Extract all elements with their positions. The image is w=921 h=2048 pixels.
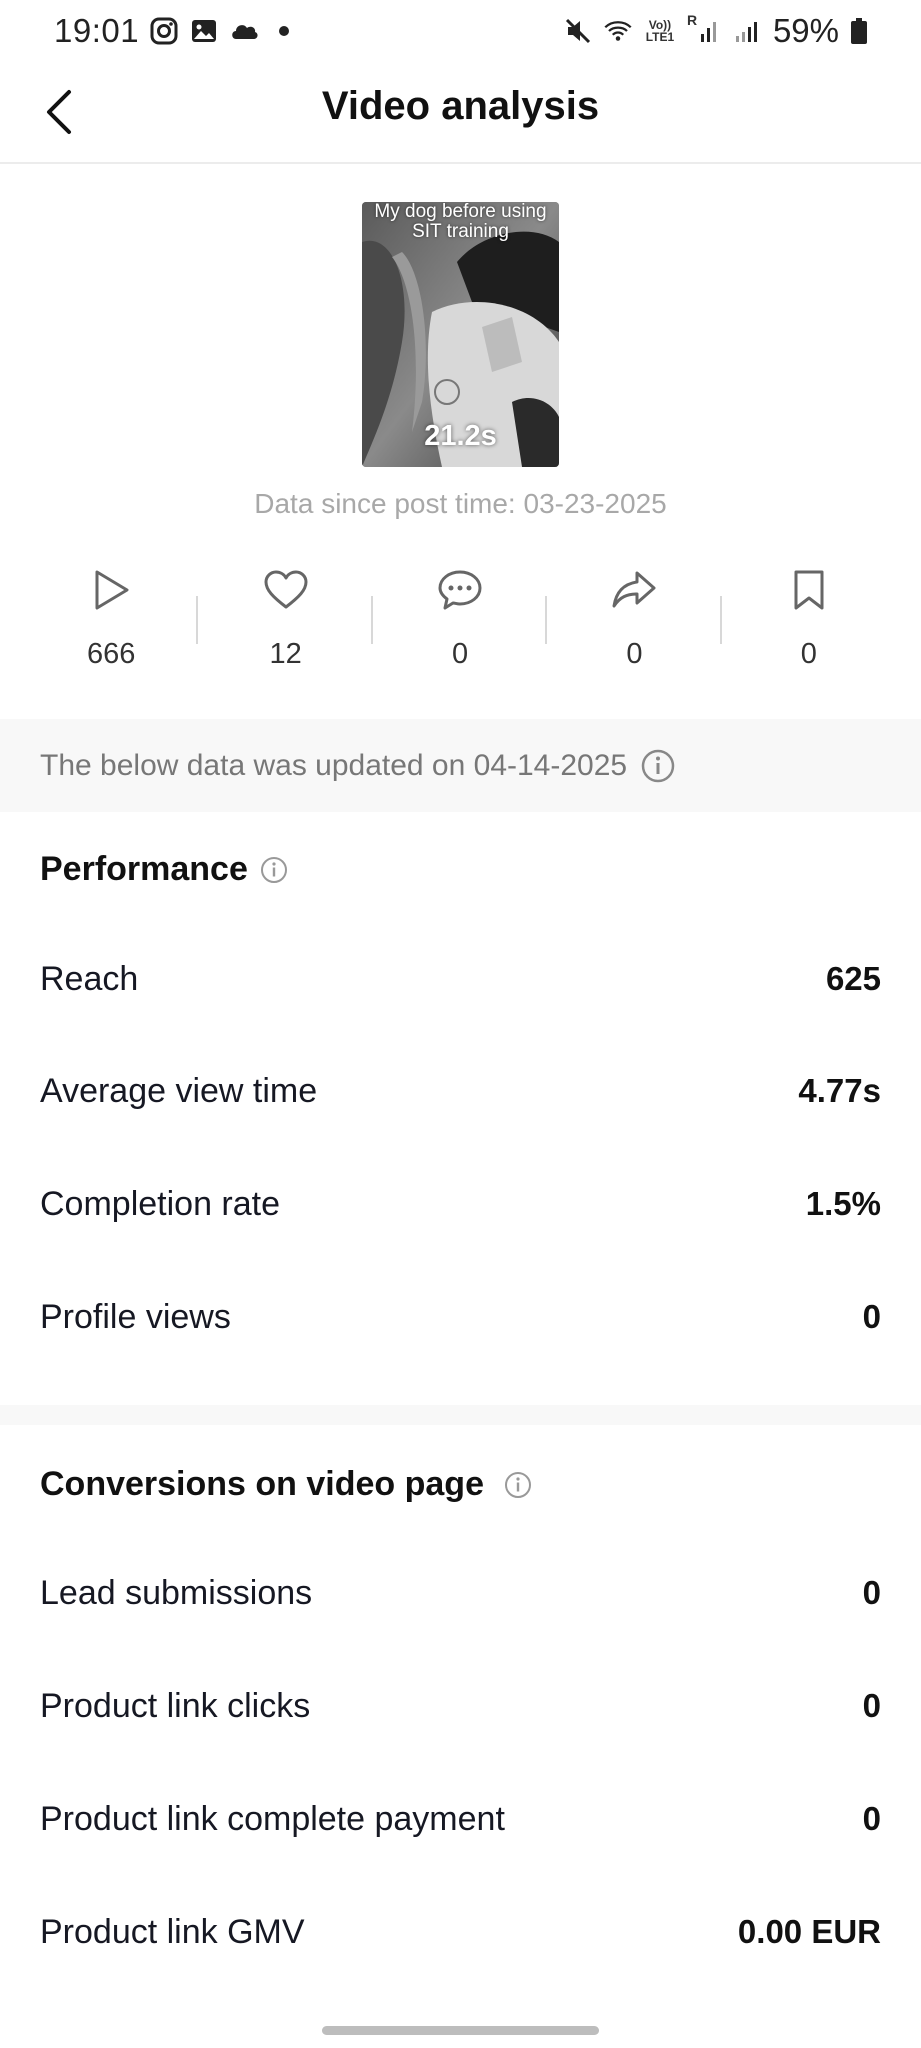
stat-value: 0 xyxy=(626,638,643,670)
metric-label: Product link clicks xyxy=(40,1686,311,1725)
cloud-icon xyxy=(229,16,259,46)
play-icon xyxy=(91,560,131,620)
metric-label: Completion rate xyxy=(40,1184,281,1223)
section-divider xyxy=(0,1405,921,1425)
page-title: Video analysis xyxy=(321,84,600,128)
battery-percent: 59% xyxy=(772,12,839,49)
metric-value: 0 xyxy=(862,1574,881,1611)
metric-value: 0 xyxy=(862,1800,881,1837)
metric-row-product-link-clicks: Product link clicks 0 xyxy=(40,1681,881,1731)
stat-value: 666 xyxy=(87,638,136,670)
volte-icon: Vo)) LTE1 xyxy=(643,16,677,46)
metric-row-average-view-time: Average view time 4.77s xyxy=(40,1066,881,1116)
section-title-text: Conversions on video page xyxy=(40,1465,484,1503)
stat-value: 0 xyxy=(451,638,469,670)
performance-title: Performance xyxy=(40,850,288,889)
metric-row-profile-views: Profile views 0 xyxy=(40,1292,881,1342)
info-icon[interactable] xyxy=(641,749,675,783)
status-bar: 19:01 Vo)) LTE1 R 59% xyxy=(0,0,921,66)
stat-comments: 0 xyxy=(373,560,548,680)
metric-label: Product link GMV xyxy=(40,1912,305,1951)
video-thumbnail[interactable]: My dog before using SIT training 21.2s xyxy=(362,202,559,467)
update-text: The below data was updated on 04-14-2025 xyxy=(40,748,628,782)
video-caption: My dog before using SIT training xyxy=(374,202,547,242)
metric-row-reach: Reach 625 xyxy=(40,954,881,1004)
metric-label: Product link complete payment xyxy=(40,1799,505,1838)
gallery-icon xyxy=(189,16,219,46)
metric-label: Reach xyxy=(40,959,139,998)
metric-value: 1.5% xyxy=(805,1185,881,1222)
metric-label: Profile views xyxy=(40,1297,231,1336)
post-time-label: Data since post time: 03-23-2025 xyxy=(254,488,667,519)
metric-row-lead-submissions: Lead submissions 0 xyxy=(40,1568,881,1618)
metric-row-product-link-complete-payment: Product link complete payment 0 xyxy=(40,1794,881,1844)
metric-row-completion-rate: Completion rate 1.5% xyxy=(40,1179,881,1229)
stat-views: 666 xyxy=(24,560,199,680)
metric-row-product-link-gmv: Product link GMV 0.00 EUR xyxy=(40,1907,881,1957)
info-icon[interactable] xyxy=(260,856,288,884)
instagram-icon xyxy=(149,16,179,46)
mute-icon xyxy=(563,16,593,46)
wifi-icon xyxy=(603,16,633,46)
comment-icon xyxy=(437,560,483,620)
metric-value: 0.00 EUR xyxy=(737,1913,881,1950)
metric-value: 625 xyxy=(825,960,881,997)
dot-icon xyxy=(269,16,299,46)
metric-label: Average view time xyxy=(40,1071,318,1110)
stat-value: 12 xyxy=(269,638,302,670)
metric-value: 0 xyxy=(862,1298,881,1335)
metric-value: 0 xyxy=(862,1687,881,1724)
info-icon[interactable] xyxy=(504,1471,532,1499)
clock: 19:01 xyxy=(54,12,140,49)
battery-icon xyxy=(849,16,869,46)
video-duration: 21.2s xyxy=(424,420,497,452)
heart-icon xyxy=(263,560,309,620)
share-icon xyxy=(611,560,657,620)
bookmark-icon xyxy=(791,560,827,620)
engagement-stats: 666 12 0 0 0 xyxy=(24,560,896,680)
volte-label-bottom: LTE1 xyxy=(645,30,675,44)
conversions-title: Conversions on video page xyxy=(40,1465,532,1504)
video-analysis-screen: 19:01 Vo)) LTE1 R 59% Video analysis My … xyxy=(0,0,921,2048)
stat-saves: 0 xyxy=(722,560,896,680)
signal-icon: R xyxy=(687,12,723,46)
status-right: Vo)) LTE1 R 59% xyxy=(563,12,869,50)
home-indicator[interactable] xyxy=(322,2026,599,2035)
roaming-label: R xyxy=(686,12,698,28)
status-left: 19:01 xyxy=(54,12,299,50)
metric-label: Lead submissions xyxy=(40,1573,313,1612)
stat-likes: 12 xyxy=(198,560,373,680)
stat-shares: 0 xyxy=(547,560,722,680)
section-title-text: Performance xyxy=(40,850,248,888)
update-banner: The below data was updated on 04-14-2025 xyxy=(0,719,921,812)
signal-icon xyxy=(733,16,763,46)
header: Video analysis xyxy=(0,66,921,164)
metric-value: 4.77s xyxy=(798,1072,881,1109)
stat-value: 0 xyxy=(800,638,817,670)
